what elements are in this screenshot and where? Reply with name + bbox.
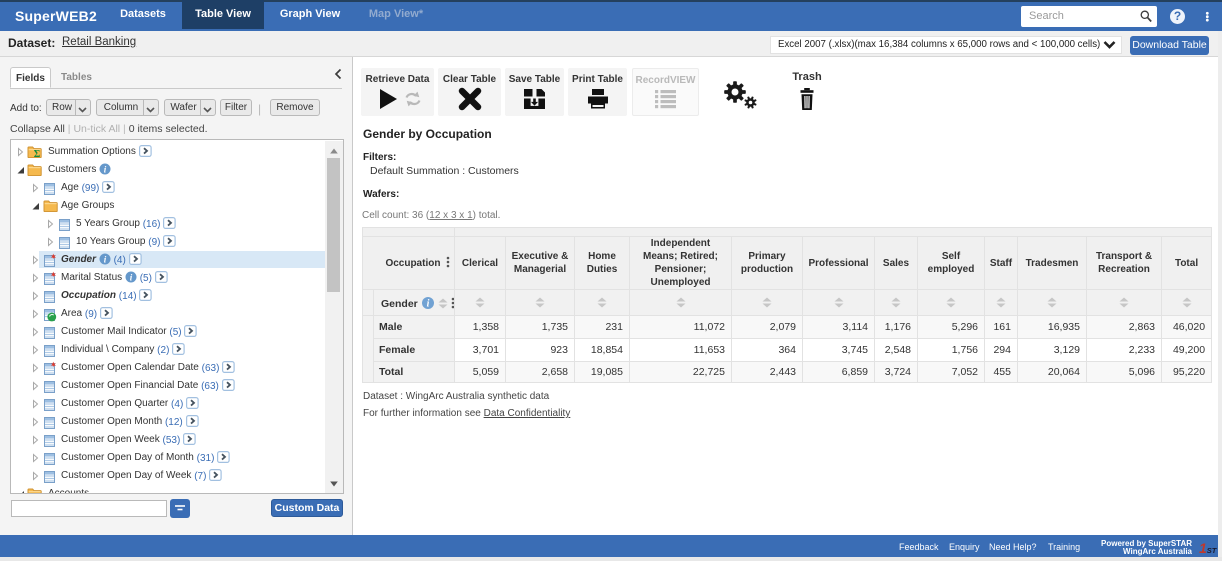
svg-text:Σ: Σ bbox=[34, 149, 41, 158]
svg-text:i: i bbox=[426, 298, 429, 309]
